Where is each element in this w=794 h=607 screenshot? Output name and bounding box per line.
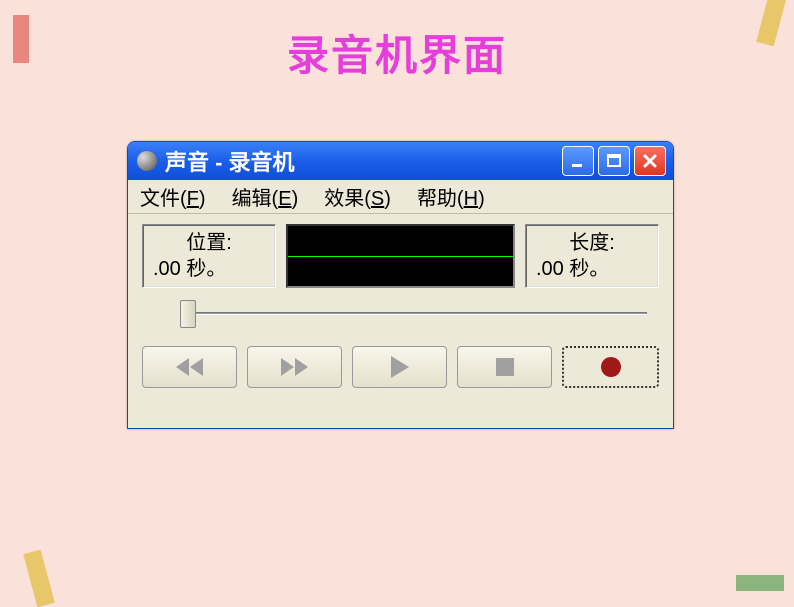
close-button[interactable] [634,146,666,176]
app-icon [137,151,157,171]
page-title: 录音机界面 [0,0,794,83]
fast-forward-icon [281,358,308,376]
slider-track [190,312,647,315]
position-value: .00 秒。 [153,256,265,282]
media-controls [142,346,659,388]
stop-icon [496,358,514,376]
rewind-button[interactable] [142,346,237,388]
record-icon [601,357,621,377]
length-display: 长度: .00 秒。 [525,224,659,288]
window-title: 声音 - 录音机 [165,145,562,177]
minimize-button[interactable] [562,146,594,176]
titlebar[interactable]: 声音 - 录音机 [128,142,673,180]
fast-forward-button[interactable] [247,346,342,388]
decoration-shape [23,550,55,607]
content-area: 位置: .00 秒。 长度: .00 秒。 [128,214,673,428]
waveform-line [288,256,513,257]
menu-help[interactable]: 帮助(H) [413,180,489,213]
sound-recorder-window: 声音 - 录音机 文件(F) 编辑(E) 效果(S) 帮助(H) 位置: .00… [127,141,674,429]
position-display: 位置: .00 秒。 [142,224,276,288]
maximize-button[interactable] [598,146,630,176]
menu-effects[interactable]: 效果(S) [320,180,395,213]
minimize-icon [569,152,587,170]
waveform-display [286,224,515,288]
stop-button[interactable] [457,346,552,388]
position-slider[interactable] [142,300,659,328]
rewind-icon [176,358,203,376]
decoration-shape [736,575,784,591]
slider-thumb[interactable] [180,300,196,328]
menu-file[interactable]: 文件(F) [136,180,210,213]
info-row: 位置: .00 秒。 长度: .00 秒。 [142,224,659,288]
record-button[interactable] [562,346,659,388]
play-icon [391,356,409,378]
length-value: .00 秒。 [536,256,648,282]
play-button[interactable] [352,346,447,388]
position-label: 位置: [153,230,265,256]
window-controls [562,146,666,176]
menubar: 文件(F) 编辑(E) 效果(S) 帮助(H) [128,180,673,214]
length-label: 长度: [536,230,648,256]
decoration-shape [13,15,29,63]
menu-edit[interactable]: 编辑(E) [228,180,303,213]
maximize-icon [605,152,623,170]
close-icon [641,152,659,170]
